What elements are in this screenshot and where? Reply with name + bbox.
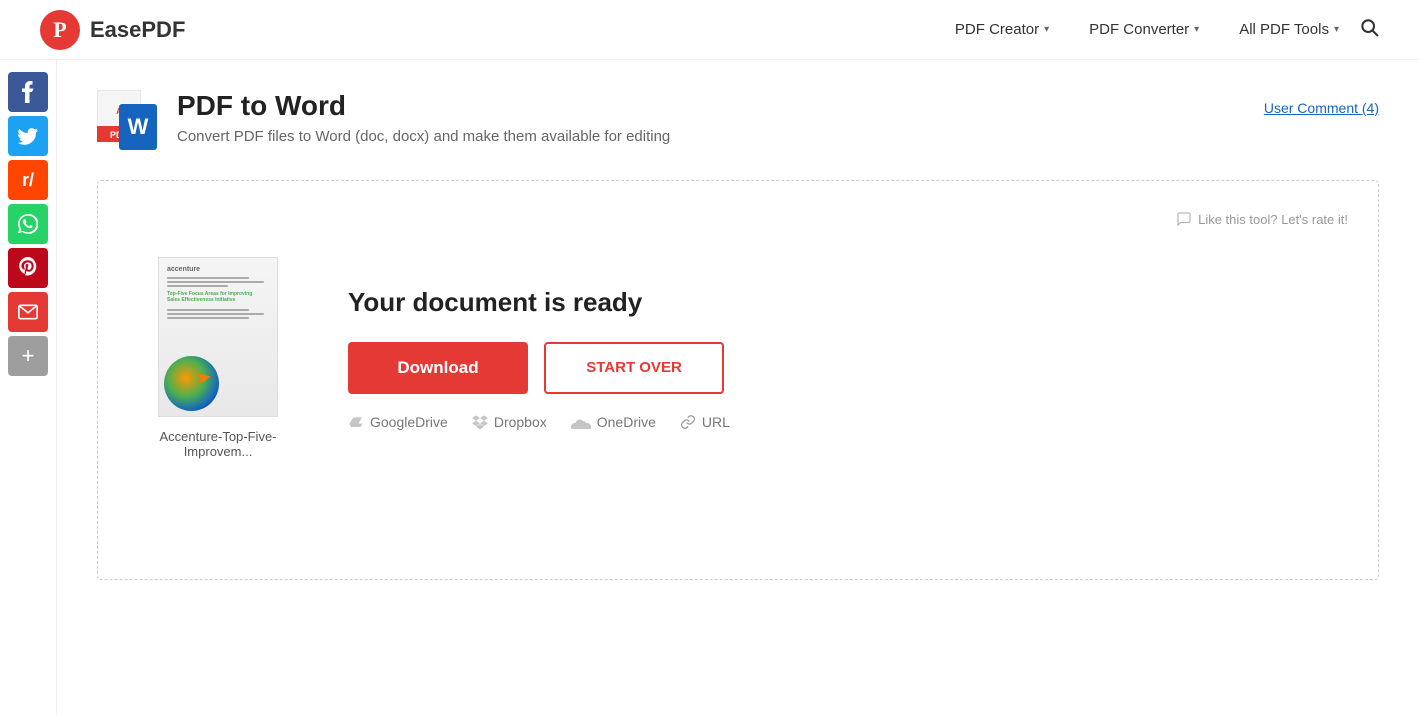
onedrive-icon bbox=[571, 415, 591, 429]
nav-all-pdf-tools[interactable]: All PDF Tools ▾ bbox=[1239, 21, 1339, 38]
ready-text: Your document is ready bbox=[348, 287, 1328, 318]
feedback-text: Like this tool? Let's rate it! bbox=[1198, 212, 1348, 227]
arrow-icon: ➤ bbox=[193, 367, 213, 390]
search-button[interactable] bbox=[1359, 17, 1379, 42]
svg-text:P: P bbox=[53, 17, 66, 42]
share-email-button[interactable] bbox=[8, 292, 48, 332]
nav-pdf-converter[interactable]: PDF Converter ▾ bbox=[1089, 21, 1199, 38]
share-twitter-button[interactable] bbox=[8, 116, 48, 156]
file-type-icons: PDF A W bbox=[97, 90, 157, 150]
logo-text: EasePDF bbox=[90, 17, 185, 43]
logo-icon: P bbox=[40, 10, 80, 50]
download-button[interactable]: Download bbox=[348, 342, 528, 394]
share-facebook-button[interactable] bbox=[8, 72, 48, 112]
nav-pdf-creator[interactable]: PDF Creator ▾ bbox=[955, 21, 1049, 38]
feedback-link[interactable]: Like this tool? Let's rate it! bbox=[128, 211, 1348, 227]
share-more-button[interactable]: + bbox=[8, 336, 48, 376]
result-area: accenture Top-Five Focus Areas for Impro… bbox=[128, 257, 1348, 459]
start-over-button[interactable]: START OVER bbox=[544, 342, 724, 394]
main-content: PDF A W PDF to Word Convert PDF files to… bbox=[57, 60, 1419, 715]
dropbox-option[interactable]: Dropbox bbox=[472, 414, 547, 430]
user-comment-link[interactable]: User Comment (4) bbox=[1264, 100, 1379, 116]
result-right: Your document is ready Download START OV… bbox=[348, 287, 1328, 430]
dropbox-icon bbox=[472, 414, 488, 430]
page-subtitle: Convert PDF files to Word (doc, docx) an… bbox=[177, 128, 1264, 145]
cloud-options: GoogleDrive Dropbox OneDrive URL bbox=[348, 414, 1328, 430]
file-preview: accenture Top-Five Focus Areas for Impro… bbox=[148, 257, 288, 459]
page-title-area: PDF to Word Convert PDF files to Word (d… bbox=[177, 90, 1264, 145]
googledrive-option[interactable]: GoogleDrive bbox=[348, 414, 448, 430]
page-header: PDF A W PDF to Word Convert PDF files to… bbox=[97, 90, 1379, 150]
onedrive-option[interactable]: OneDrive bbox=[571, 414, 656, 430]
share-whatsapp-button[interactable] bbox=[8, 204, 48, 244]
chevron-down-icon: ▾ bbox=[1194, 24, 1199, 35]
googledrive-label: GoogleDrive bbox=[370, 414, 448, 430]
page-title: PDF to Word bbox=[177, 90, 1264, 122]
preview-thumbnail: accenture Top-Five Focus Areas for Impro… bbox=[158, 257, 278, 417]
share-reddit-button[interactable]: r/ bbox=[8, 160, 48, 200]
url-label: URL bbox=[702, 414, 730, 430]
comment-icon bbox=[1176, 211, 1192, 227]
googledrive-icon bbox=[348, 414, 364, 430]
header: P EasePDF PDF Creator ▾ PDF Converter ▾ … bbox=[0, 0, 1419, 60]
url-option[interactable]: URL bbox=[680, 414, 730, 430]
content-box: Like this tool? Let's rate it! accenture… bbox=[97, 180, 1379, 580]
share-pinterest-button[interactable] bbox=[8, 248, 48, 288]
svg-text:W: W bbox=[128, 114, 149, 139]
onedrive-label: OneDrive bbox=[597, 414, 656, 430]
social-sidebar: r/ + bbox=[0, 60, 57, 715]
main-nav: PDF Creator ▾ PDF Converter ▾ All PDF To… bbox=[955, 21, 1339, 38]
url-icon bbox=[680, 414, 696, 430]
action-buttons: Download START OVER bbox=[348, 342, 1328, 394]
dropbox-label: Dropbox bbox=[494, 414, 547, 430]
logo[interactable]: P EasePDF bbox=[40, 10, 185, 50]
file-name: Accenture-Top-Five-Improvem... bbox=[148, 429, 288, 459]
chevron-down-icon: ▾ bbox=[1334, 24, 1339, 35]
chevron-down-icon: ▾ bbox=[1044, 24, 1049, 35]
word-icon: W bbox=[119, 104, 157, 150]
